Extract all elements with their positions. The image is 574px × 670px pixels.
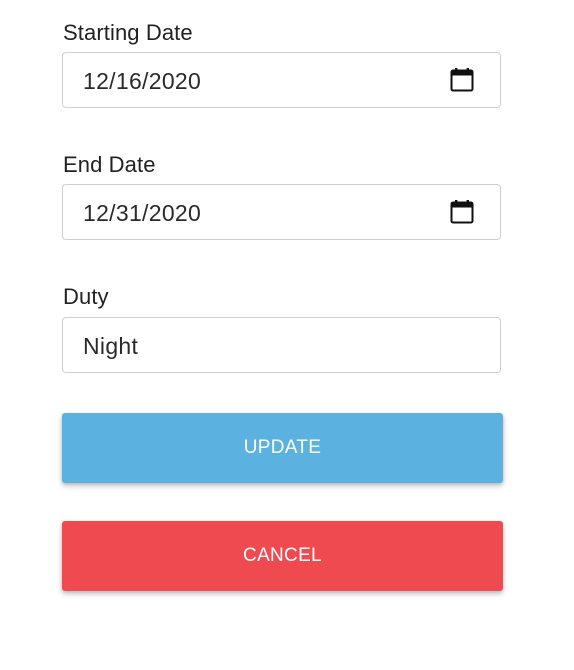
starting-date-value: 12/16/2020 (83, 68, 202, 94)
end-date-label: End Date (63, 152, 156, 177)
update-button[interactable]: UPDATE (62, 413, 503, 483)
duty-value: Night (83, 333, 139, 359)
end-date-input[interactable]: 12/31/2020 (62, 184, 501, 240)
end-date-value: 12/31/2020 (83, 200, 202, 226)
calendar-icon[interactable] (450, 200, 474, 224)
starting-date-input[interactable]: 12/16/2020 (62, 52, 501, 108)
cancel-button[interactable]: CANCEL (62, 521, 503, 591)
starting-date-label: Starting Date (63, 20, 193, 45)
duty-input[interactable]: Night (62, 317, 501, 373)
duty-label: Duty (63, 284, 109, 309)
calendar-icon[interactable] (450, 68, 474, 92)
